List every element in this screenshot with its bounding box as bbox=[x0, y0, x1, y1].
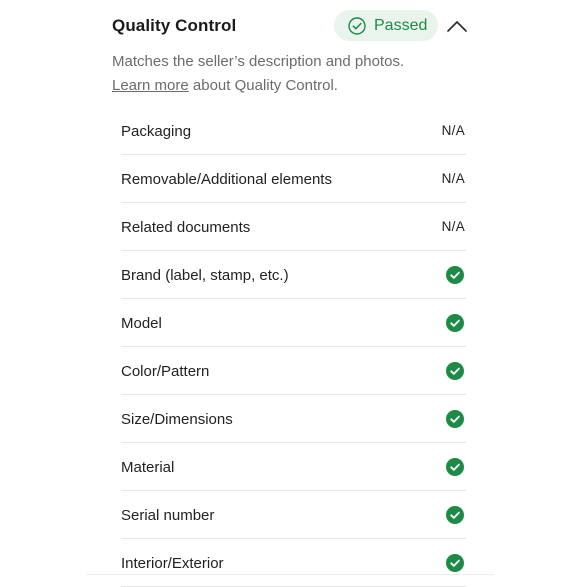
status-text: Passed bbox=[374, 17, 428, 34]
checklist-row: Color/Pattern bbox=[121, 347, 466, 395]
check-circle-icon bbox=[446, 410, 464, 428]
quality-control-header: Quality Control Passed bbox=[112, 8, 474, 44]
checklist-item-label: Interior/Exterior bbox=[121, 555, 224, 572]
description-text: Matches the seller’s description and pho… bbox=[112, 53, 405, 70]
checklist-row: Size/Dimensions bbox=[121, 395, 466, 443]
check-circle-icon bbox=[446, 458, 464, 476]
checklist-item-result: N/A bbox=[441, 171, 465, 186]
checklist-row: Serial number bbox=[121, 491, 466, 539]
status-badge: Passed bbox=[334, 10, 438, 41]
bottom-divider bbox=[86, 574, 494, 575]
description-learn-more-line: Learn more about Quality Control. bbox=[112, 74, 472, 98]
checklist-item-label: Brand (label, stamp, etc.) bbox=[121, 267, 289, 284]
quality-checklist: Packaging N/A Removable/Additional element… bbox=[121, 107, 466, 587]
checklist-item-label: Size/Dimensions bbox=[121, 411, 233, 428]
checklist-item-result: N/A bbox=[441, 219, 465, 234]
check-circle-icon bbox=[446, 554, 464, 572]
chevron-up-icon bbox=[447, 21, 467, 32]
check-circle-icon bbox=[446, 362, 464, 380]
checklist-item-label: Serial number bbox=[121, 507, 215, 524]
checklist-row: Model bbox=[121, 299, 466, 347]
checklist-item-label: Packaging bbox=[121, 123, 192, 140]
checklist-item-label: Model bbox=[121, 315, 162, 332]
checklist-row: Brand (label, stamp, etc.) bbox=[121, 251, 466, 299]
checklist-item-label: Related documents bbox=[121, 219, 251, 236]
checklist-item-label: Material bbox=[121, 459, 175, 476]
checklist-item-label: Color/Pattern bbox=[121, 363, 210, 380]
check-circle-icon bbox=[446, 506, 464, 524]
check-circle-icon bbox=[446, 266, 464, 284]
checklist-row: Removable/Additional elements N/A bbox=[121, 155, 466, 203]
quality-control-panel: Quality Control Passed Matches the selle… bbox=[0, 0, 580, 587]
collapse-toggle-button[interactable] bbox=[444, 14, 470, 38]
description-suffix: about Quality Control. bbox=[188, 77, 338, 94]
check-outline-icon bbox=[348, 17, 366, 35]
checklist-row: Material bbox=[121, 443, 466, 491]
section-title: Quality Control bbox=[112, 16, 237, 35]
learn-more-link[interactable]: Learn more bbox=[112, 77, 189, 94]
checklist-row: Packaging N/A bbox=[121, 107, 466, 155]
checklist-item-label: Removable/Additional elements bbox=[121, 171, 332, 188]
section-description: Matches the seller’s description and pho… bbox=[112, 50, 472, 98]
checklist-item-result: N/A bbox=[441, 123, 465, 138]
check-circle-icon bbox=[446, 314, 464, 332]
checklist-row: Related documents N/A bbox=[121, 203, 466, 251]
